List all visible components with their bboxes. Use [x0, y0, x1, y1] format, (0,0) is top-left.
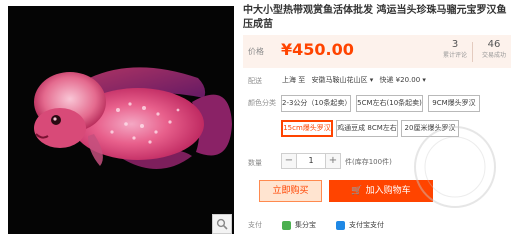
sales-label: 交易成功	[481, 52, 506, 59]
reviews-stat[interactable]: 3 累计评论	[435, 39, 475, 61]
product-title: 中大小型热带观赏鱼活体批发 鸿运当头珍珠马骝元宝罗汉鱼压成苗	[243, 5, 507, 30]
price-label: 价格	[248, 47, 264, 56]
reviews-count: 3	[451, 39, 459, 50]
quantity-input[interactable]: 1	[297, 153, 325, 169]
payment-method-jifenbao[interactable]: 集分宝	[282, 220, 316, 230]
shipping-from: 上海 至	[282, 76, 306, 84]
color-option-2[interactable]: 5CM左右(10条起卖)	[356, 95, 423, 112]
cart-icon: 🛒	[351, 186, 363, 196]
color-option-5[interactable]: 鸡通豆成 8CM左右	[336, 120, 398, 137]
add-to-cart-label: 加入购物车	[365, 186, 411, 196]
color-option-1[interactable]: 2-3公分（10条起卖）	[281, 95, 351, 112]
shipping-label: 配送	[248, 77, 262, 85]
color-label: 颜色分类	[248, 99, 276, 107]
product-image[interactable]	[8, 6, 234, 234]
sales-stat: 46 交易成功	[474, 39, 514, 61]
price-value: ¥450.00	[281, 40, 354, 59]
color-option-4-selected[interactable]: 15cm爆头罗汉	[281, 120, 333, 137]
buy-now-button[interactable]: 立即购买	[259, 180, 322, 202]
payment-method-1-label: 集分宝	[295, 221, 316, 229]
quantity-stepper: − 1 +	[281, 153, 341, 169]
payment-method-2-label: 支付宝支付	[349, 221, 384, 229]
shipping-destination-select[interactable]: 安徽马鞍山花山区 ▾	[311, 76, 373, 84]
stat-divider	[472, 42, 473, 62]
alipay-icon	[336, 220, 345, 230]
quantity-minus-button[interactable]: −	[281, 153, 297, 169]
payment-method-alipay[interactable]: 支付宝支付	[336, 220, 384, 230]
zoom-button[interactable]	[212, 214, 232, 234]
stock-info: 件(库存100件)	[345, 158, 392, 166]
payment-label: 支付	[248, 221, 262, 229]
quantity-label: 数量	[248, 159, 262, 167]
jifenbao-icon	[282, 220, 291, 230]
color-option-6[interactable]: 20厘米爆头罗汉	[401, 120, 459, 137]
color-option-3[interactable]: 9CM爆头罗汉	[428, 95, 480, 112]
magnifier-icon	[216, 218, 228, 230]
quantity-plus-button[interactable]: +	[325, 153, 341, 169]
shipping-info: 上海 至 安徽马鞍山花山区 ▾ 快递 ¥20.00 ▾	[282, 75, 430, 85]
price-panel: 价格 ¥450.00 3 累计评论 46 交易成功	[243, 35, 511, 68]
shipping-method-select[interactable]: 快递 ¥20.00 ▾	[379, 76, 425, 84]
reviews-label: 累计评论	[442, 52, 467, 59]
add-to-cart-button[interactable]: 🛒 加入购物车	[329, 180, 433, 202]
sales-count: 46	[487, 39, 501, 50]
